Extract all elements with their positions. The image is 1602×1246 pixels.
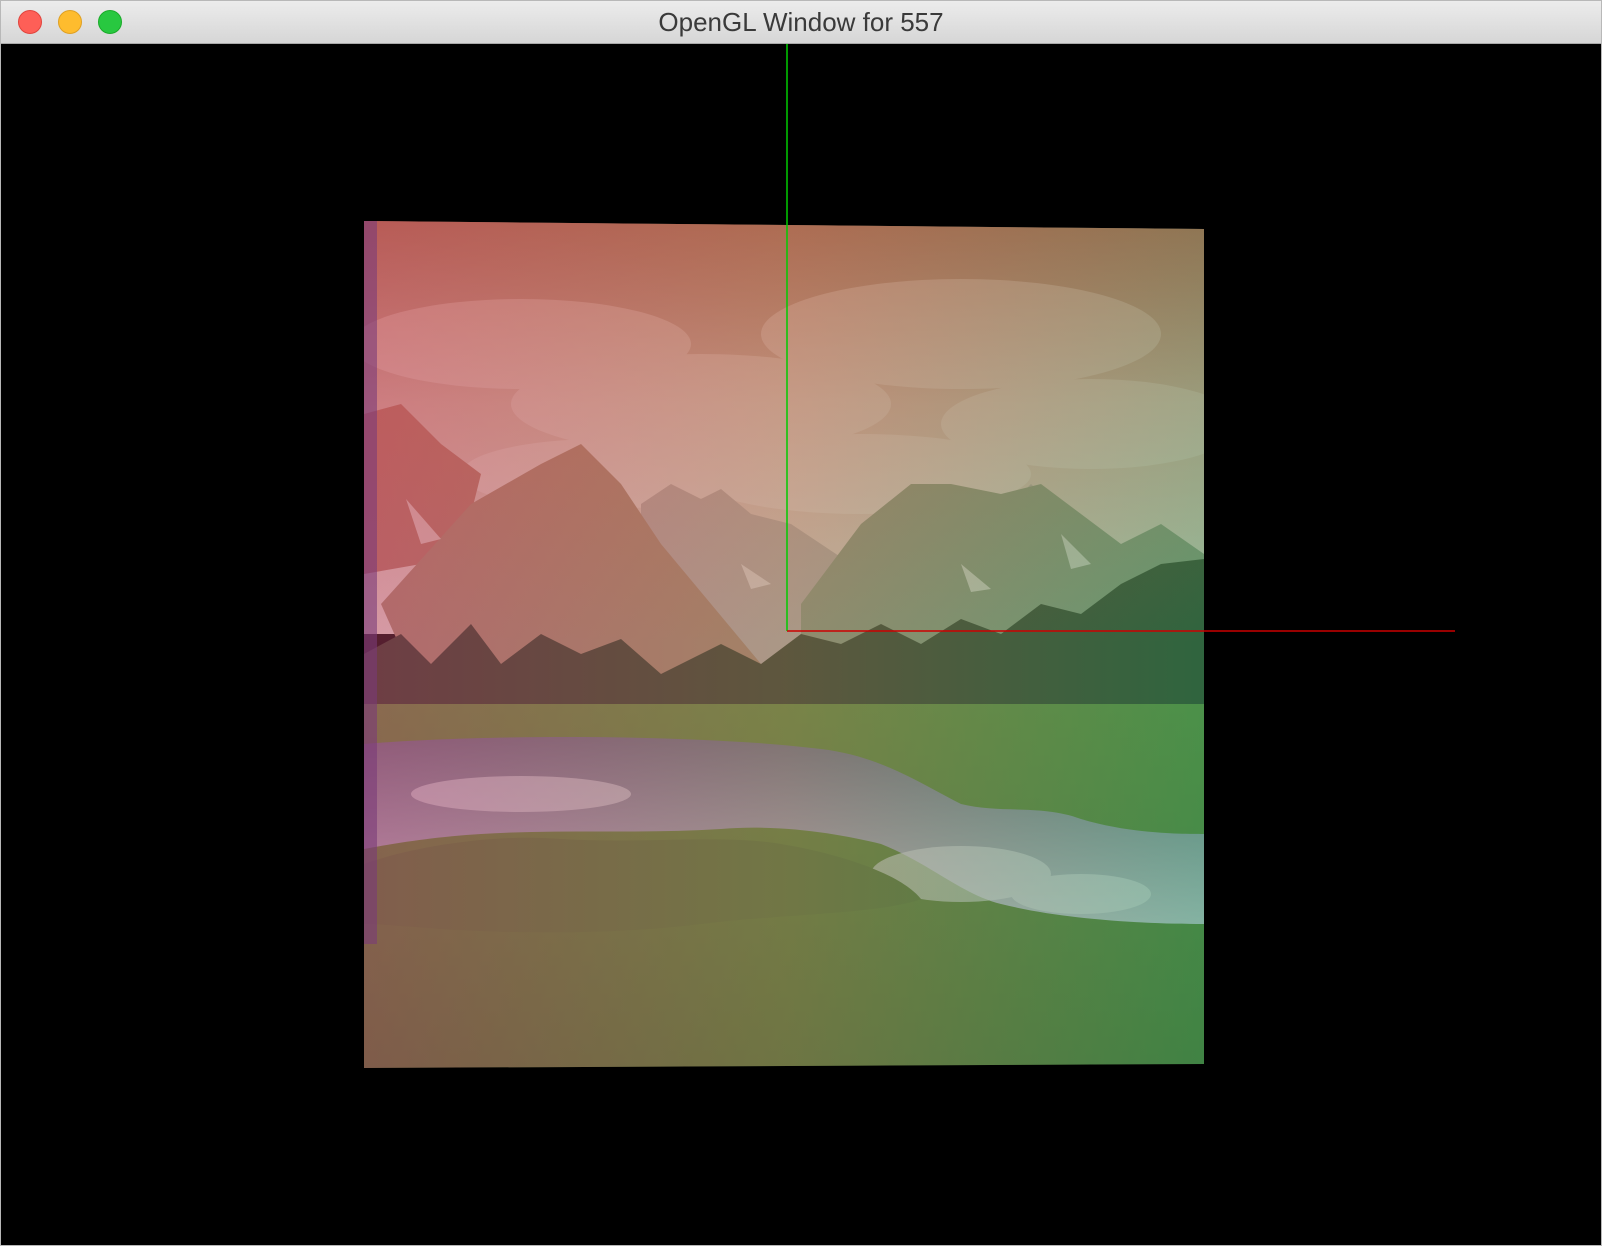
gl-viewport[interactable] (1, 44, 1601, 1245)
window-title: OpenGL Window for 557 (658, 7, 944, 37)
opengl-window: OpenGL Window for 557 (0, 0, 1602, 1246)
title-bar[interactable]: OpenGL Window for 557 (1, 1, 1601, 44)
sunset-tint (364, 221, 1204, 1068)
textured-quad (364, 221, 1204, 1068)
gl-canvas (364, 44, 1455, 1068)
left-edge-strip (364, 221, 377, 944)
